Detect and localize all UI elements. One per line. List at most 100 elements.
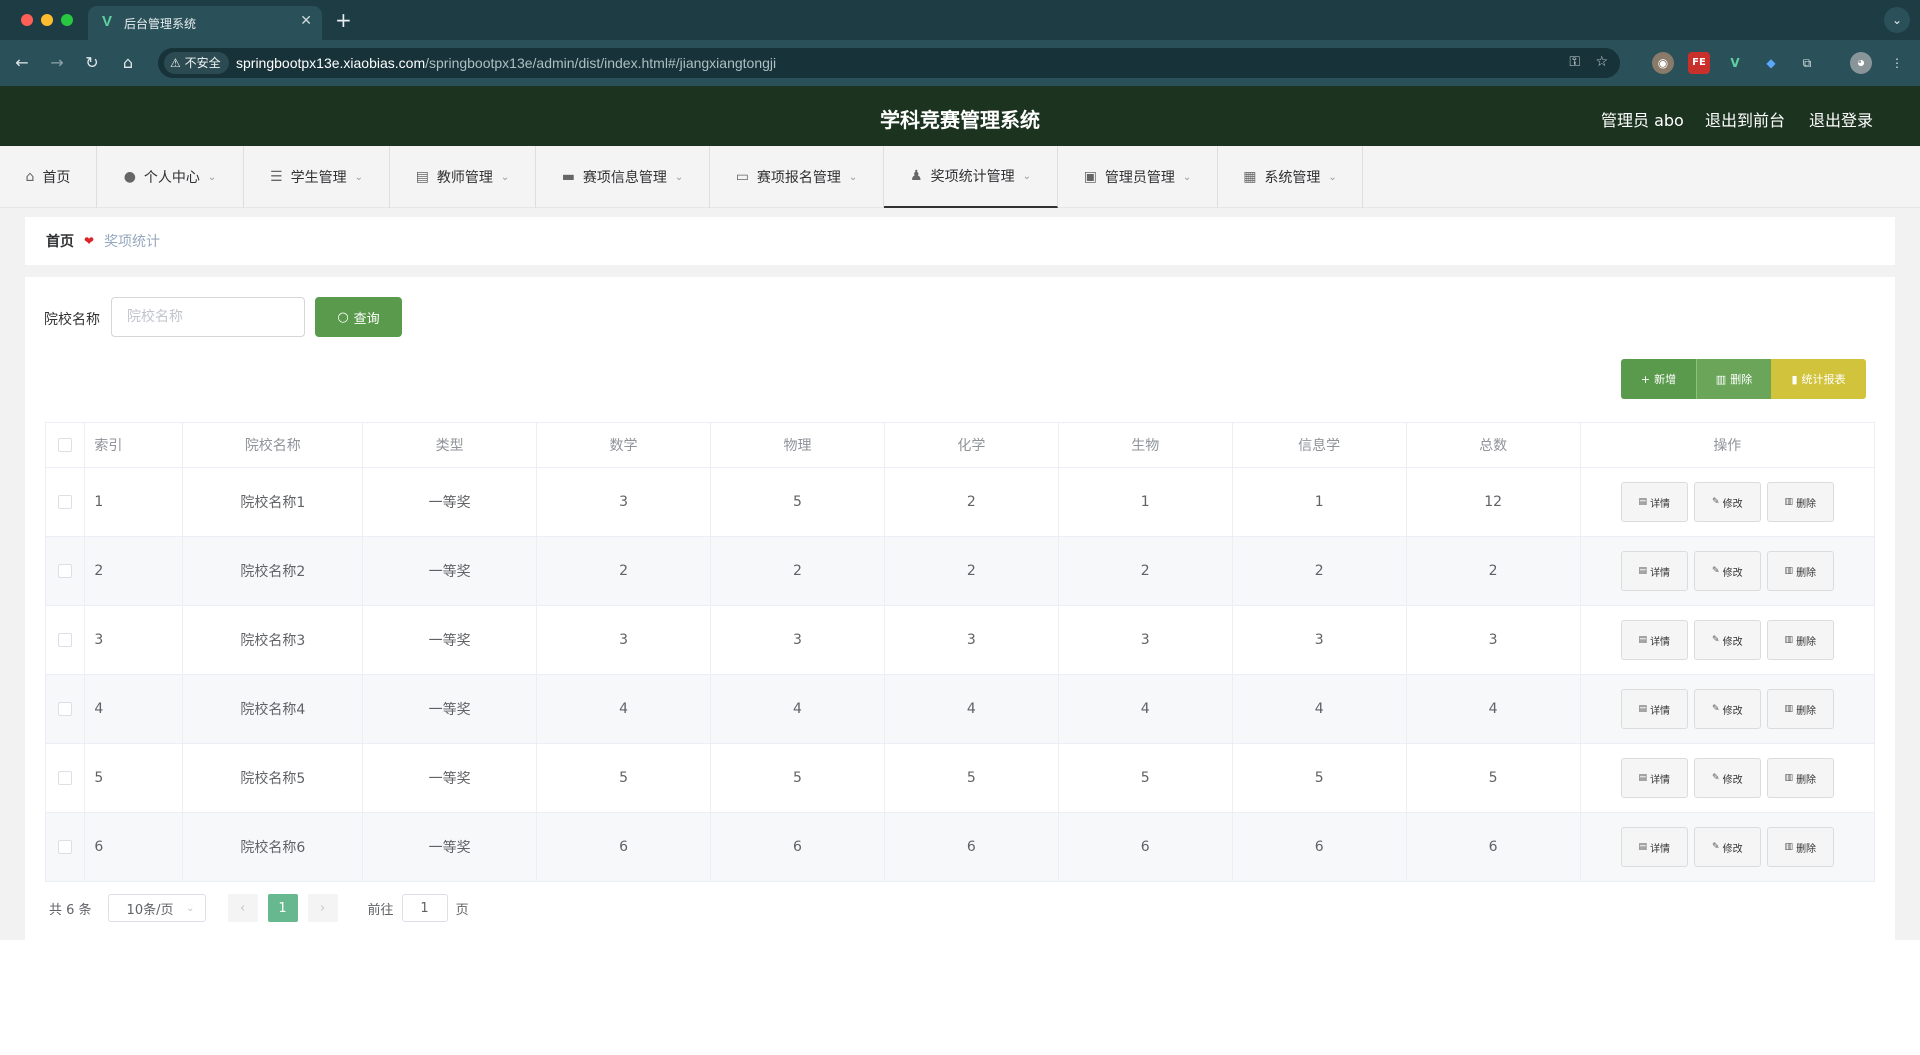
extension-fe-icon[interactable]: FE	[1688, 52, 1710, 74]
table-cell: 6	[710, 812, 885, 882]
back-arrow-icon[interactable]: ←	[10, 51, 34, 75]
browser-menu-icon[interactable]: ⋮	[1886, 52, 1908, 74]
table-cell: 5	[710, 743, 885, 813]
pencil-icon: ✎	[1712, 497, 1720, 507]
delete-button[interactable]: ▥ 删除	[1766, 482, 1834, 522]
detail-button[interactable]: ▤ 详情	[1620, 482, 1688, 522]
delete-button[interactable]: ▥ 删除	[1766, 689, 1834, 729]
add-button[interactable]: + 新增	[1621, 359, 1696, 399]
goto-page-input[interactable]	[401, 894, 448, 922]
menu-item-admin-management[interactable]: ▣ 管理员管理 ⌄	[1058, 146, 1218, 208]
url-text: springbootpx13e.xiaobias.com/springbootp…	[236, 55, 776, 71]
logout-link[interactable]: 退出登录	[1809, 107, 1873, 131]
row-checkbox[interactable]	[58, 633, 73, 647]
breadcrumb-home[interactable]: 首页	[46, 231, 74, 251]
edit-button[interactable]: ✎ 修改	[1693, 758, 1761, 798]
minimize-window-button[interactable]	[41, 14, 53, 26]
detail-button[interactable]: ▤ 详情	[1620, 827, 1688, 867]
table-cell: 1	[1058, 467, 1233, 537]
chevron-left-icon: ‹	[239, 900, 246, 916]
row-checkbox[interactable]	[58, 702, 73, 716]
new-tab-button[interactable]: +	[335, 8, 352, 32]
page-size-value: 10条/页	[126, 902, 174, 918]
document-icon: ▤	[1638, 704, 1648, 714]
delete-button[interactable]: ▥ 删除	[1766, 620, 1834, 660]
trash-icon: ▥	[1784, 704, 1794, 714]
menu-item-event-registration-management[interactable]: ▭ 赛项报名管理 ⌄	[710, 146, 884, 208]
edit-button[interactable]: ✎ 修改	[1693, 551, 1761, 591]
menu-item-system-management[interactable]: ▦ 系统管理 ⌄	[1218, 146, 1363, 208]
row-checkbox[interactable]	[58, 840, 73, 854]
close-window-button[interactable]	[21, 14, 33, 26]
reload-icon[interactable]: ↻	[80, 51, 104, 75]
breadcrumb-current: 奖项统计	[104, 234, 161, 250]
delete-button[interactable]: ▥ 删除	[1766, 827, 1834, 867]
browser-tab[interactable]: V 后台管理系统 ✕	[88, 6, 322, 40]
menu-item-event-info-management[interactable]: ▬ 赛项信息管理 ⌄	[536, 146, 710, 208]
batch-delete-label: 删除	[1730, 373, 1753, 386]
menu-item-personal-center[interactable]: ● 个人中心 ⌄	[97, 146, 244, 208]
edit-button[interactable]: ✎ 修改	[1693, 482, 1761, 522]
row-checkbox[interactable]	[58, 495, 73, 509]
edit-button[interactable]: ✎ 修改	[1693, 827, 1761, 867]
edit-button[interactable]: ✎ 修改	[1693, 689, 1761, 729]
detail-button[interactable]: ▤ 详情	[1620, 620, 1688, 660]
menu-item-teacher-management[interactable]: ▤ 教师管理 ⌄	[390, 146, 536, 208]
prev-page-button[interactable]: ‹	[227, 894, 258, 922]
extension-owl-icon[interactable]: ◉	[1652, 52, 1674, 74]
extension-gem-icon[interactable]: ◆	[1760, 52, 1782, 74]
address-bar[interactable]: ⚠ 不安全 springbootpx13e.xiaobias.com/sprin…	[158, 48, 1620, 78]
pagination: 共 6 条 10条/页 ⌄ ‹ 1 › 前往 页	[49, 894, 469, 922]
column-header: 化学	[884, 422, 1059, 468]
page-size-select[interactable]: 10条/页 ⌄	[107, 894, 206, 922]
table-cell: 5	[884, 743, 1059, 813]
column-header: 索引	[84, 422, 184, 468]
pencil-icon: ✎	[1712, 635, 1720, 645]
column-header: 类型	[362, 422, 538, 468]
password-key-icon[interactable]: ⚿	[1569, 54, 1580, 70]
forward-arrow-icon[interactable]: →	[45, 51, 69, 75]
chevron-down-icon: ⌄	[186, 902, 195, 914]
security-warning-badge[interactable]: ⚠ 不安全	[164, 52, 229, 74]
detail-button[interactable]: ▤ 详情	[1620, 551, 1688, 591]
batch-delete-button[interactable]: ▥ 删除	[1696, 359, 1771, 399]
edit-button-label: 修改	[1722, 774, 1743, 786]
document-icon: ▤	[1638, 566, 1648, 576]
row-checkbox[interactable]	[58, 771, 73, 785]
bookmark-star-icon[interactable]: ☆	[1595, 54, 1608, 70]
edit-button-label: 修改	[1722, 705, 1743, 717]
delete-button[interactable]: ▥ 删除	[1766, 551, 1834, 591]
query-button[interactable]: ○ 查询	[315, 297, 402, 337]
table-cell: 院校名称1	[182, 467, 364, 537]
menu-item-label: 系统管理	[1264, 170, 1321, 186]
page-number-current[interactable]: 1	[267, 894, 298, 922]
table-row: 4 院校名称4 一等奖 4 4 4 4 4 4 ▤ 详情 ✎ 修改 ▥ 删除	[44, 674, 1876, 744]
extensions-puzzle-icon[interactable]: ⧉	[1796, 52, 1818, 74]
table-row: 3 院校名称3 一等奖 3 3 3 3 3 3 ▤ 详情 ✎ 修改 ▥ 删除	[44, 605, 1876, 675]
statistics-report-label: 统计报表	[1801, 373, 1846, 386]
close-tab-icon[interactable]: ✕	[300, 13, 312, 29]
home-icon[interactable]: ⌂	[116, 51, 140, 75]
edit-button[interactable]: ✎ 修改	[1693, 620, 1761, 660]
menu-item-student-management[interactable]: ☰ 学生管理 ⌄	[244, 146, 390, 208]
menu-item-award-statistics-management[interactable]: ♟ 奖项统计管理 ⌄	[884, 146, 1058, 208]
detail-button[interactable]: ▤ 详情	[1620, 758, 1688, 798]
profile-avatar[interactable]: ◕	[1850, 52, 1872, 74]
table-cell: 4	[710, 674, 885, 744]
select-all-checkbox[interactable]	[58, 438, 73, 452]
next-page-button[interactable]: ›	[307, 894, 338, 922]
exit-to-front-link[interactable]: 退出到前台	[1705, 107, 1785, 131]
school-name-search-input[interactable]	[111, 297, 305, 337]
row-checkbox[interactable]	[58, 564, 73, 578]
delete-button[interactable]: ▥ 删除	[1766, 758, 1834, 798]
table-cell: 院校名称4	[182, 674, 364, 744]
maximize-window-button[interactable]	[61, 14, 73, 26]
delete-button-label: 删除	[1796, 636, 1817, 648]
row-select-cell	[44, 674, 86, 744]
tab-search-button[interactable]: ⌄	[1884, 7, 1910, 33]
extension-vue-icon[interactable]: V	[1724, 52, 1746, 74]
menu-item-home[interactable]: ⌂ 首页	[0, 146, 97, 208]
table-row: 2 院校名称2 一等奖 2 2 2 2 2 2 ▤ 详情 ✎ 修改 ▥ 删除	[44, 536, 1876, 606]
statistics-report-button[interactable]: ▮ 统计报表	[1771, 359, 1866, 399]
detail-button[interactable]: ▤ 详情	[1620, 689, 1688, 729]
